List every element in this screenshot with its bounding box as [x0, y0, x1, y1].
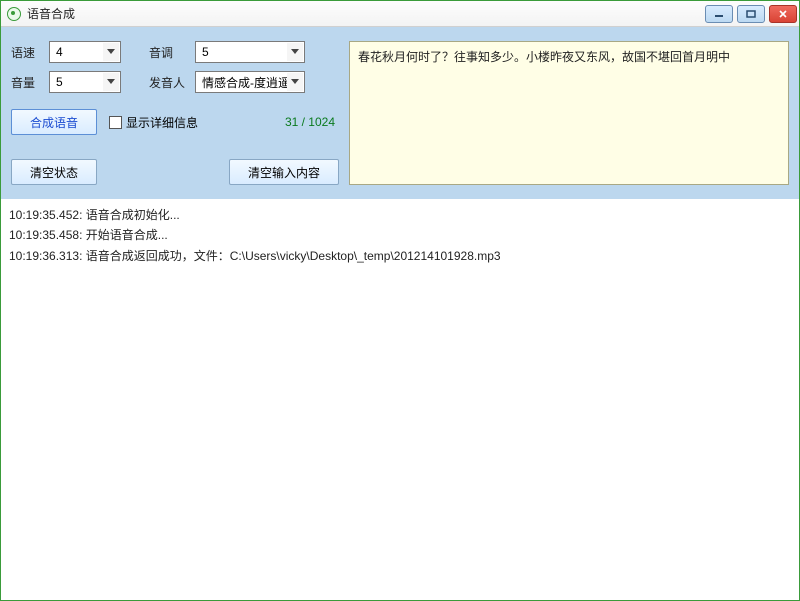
minimize-button[interactable]: [705, 5, 733, 23]
titlebar: 语音合成: [1, 1, 799, 27]
pitch-combo[interactable]: 5: [195, 41, 305, 63]
maximize-button[interactable]: [737, 5, 765, 23]
app-window: 语音合成 语速 4 音调: [0, 0, 800, 601]
clear-status-button[interactable]: 清空状态: [11, 159, 97, 185]
synthesize-button[interactable]: 合成语音: [11, 109, 97, 135]
log-line: 10:19:35.452: 语音合成初始化...: [9, 205, 791, 225]
show-detail-label: 显示详细信息: [126, 114, 198, 131]
char-counter: 31 / 1024: [285, 115, 335, 129]
log-area[interactable]: 10:19:35.452: 语音合成初始化...10:19:35.458: 开始…: [1, 199, 799, 600]
clear-input-button[interactable]: 清空输入内容: [229, 159, 339, 185]
speaker-label: 发音人: [149, 74, 189, 91]
volume-value: 5: [50, 75, 81, 89]
speed-label: 语速: [11, 44, 43, 61]
speed-combo[interactable]: 4: [49, 41, 121, 63]
controls-panel: 语速 4 音调 5 音量 5 发音人: [1, 27, 799, 199]
pitch-value: 5: [196, 45, 227, 59]
chevron-down-icon: [103, 73, 119, 91]
pitch-label: 音调: [149, 44, 189, 61]
show-detail-checkbox[interactable]: [109, 116, 122, 129]
log-line: 10:19:36.313: 语音合成返回成功，文件：C:\Users\vicky…: [9, 246, 791, 266]
text-input-content: 春花秋月何时了？往事知多少。小楼昨夜又东风，故国不堪回首月明中: [358, 50, 730, 64]
left-controls: 语速 4 音调 5 音量 5 发音人: [11, 41, 339, 185]
clear-input-label: 清空输入内容: [248, 164, 320, 181]
text-input[interactable]: 春花秋月何时了？往事知多少。小楼昨夜又东风，故国不堪回首月明中: [349, 41, 789, 185]
speed-value: 4: [50, 45, 81, 59]
chevron-down-icon: [287, 73, 303, 91]
log-line: 10:19:35.458: 开始语音合成...: [9, 225, 791, 245]
volume-combo[interactable]: 5: [49, 71, 121, 93]
window-title: 语音合成: [27, 5, 75, 22]
chevron-down-icon: [103, 43, 119, 61]
app-icon: [7, 7, 21, 21]
close-button[interactable]: [769, 5, 797, 23]
clear-status-label: 清空状态: [30, 164, 78, 181]
chevron-down-icon: [287, 43, 303, 61]
window-buttons: [705, 5, 797, 23]
volume-label: 音量: [11, 74, 43, 91]
speaker-combo[interactable]: 情感合成-度逍遥: [195, 71, 305, 93]
synthesize-button-label: 合成语音: [30, 114, 78, 131]
